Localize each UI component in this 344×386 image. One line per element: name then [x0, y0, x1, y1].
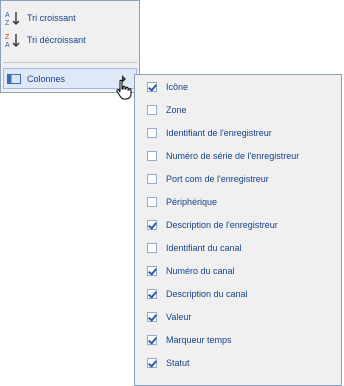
column-checkbox[interactable]: [147, 265, 157, 276]
column-option[interactable]: Icône: [138, 78, 338, 95]
columns-icon: [7, 73, 21, 84]
column-label: Description du canal: [166, 288, 248, 299]
column-label: Icône: [166, 81, 189, 92]
column-label: Identifiant du canal: [166, 242, 242, 253]
column-option[interactable]: Identifiant de l'enregistreur: [138, 124, 338, 141]
column-label: Valeur: [166, 311, 192, 322]
column-label: Port com de l'enregistreur: [166, 173, 269, 184]
svg-text:A: A: [5, 12, 10, 19]
column-label: Zone: [166, 104, 187, 115]
column-label: Numéro du canal: [166, 265, 235, 276]
columns-label: Colonnes: [27, 73, 66, 84]
column-checkbox[interactable]: [147, 173, 157, 184]
column-option[interactable]: Identifiant du canal: [138, 239, 338, 256]
column-option[interactable]: Zone: [138, 101, 338, 118]
sort-ascending-icon: A Z: [5, 10, 21, 26]
column-checkbox[interactable]: [147, 196, 157, 207]
column-checkbox[interactable]: [147, 357, 157, 368]
columns-submenu: Icône Zone Identifiant de l'enregistreur…: [134, 74, 342, 386]
column-label: Périphérique: [166, 196, 218, 207]
sort-ascending-label: Tri croissant: [27, 12, 76, 23]
column-label: Identifiant de l'enregistreur: [166, 127, 272, 138]
column-option[interactable]: Description de l'enregistreur: [138, 216, 338, 233]
column-label: Numéro de série de l'enregistreur: [166, 150, 300, 161]
column-option[interactable]: Numéro de série de l'enregistreur: [138, 147, 338, 164]
column-label: Marqueur temps: [166, 334, 232, 345]
svg-text:Z: Z: [5, 20, 10, 26]
column-option[interactable]: Statut: [138, 354, 338, 371]
column-checkbox[interactable]: [147, 81, 157, 92]
column-checkbox[interactable]: [147, 104, 157, 115]
hand-cursor-icon: [116, 79, 132, 100]
column-checkbox[interactable]: [147, 334, 157, 345]
sort-descending-icon: Z A: [5, 32, 21, 48]
column-checkbox[interactable]: [147, 127, 157, 138]
column-option[interactable]: Port com de l'enregistreur: [138, 170, 338, 187]
column-option[interactable]: Périphérique: [138, 193, 338, 210]
svg-text:A: A: [5, 42, 10, 48]
svg-text:Z: Z: [5, 34, 10, 41]
sort-descending-item[interactable]: Z A Tri décroissant: [3, 29, 137, 50]
sort-descending-label: Tri décroissant: [27, 34, 86, 45]
column-checkbox[interactable]: [147, 242, 157, 253]
column-label: Description de l'enregistreur: [166, 219, 278, 230]
sort-ascending-item[interactable]: A Z Tri croissant: [3, 7, 137, 28]
column-option[interactable]: Numéro du canal: [138, 262, 338, 279]
column-option[interactable]: Description du canal: [138, 285, 338, 302]
column-checkbox[interactable]: [147, 150, 157, 161]
column-checkbox[interactable]: [147, 311, 157, 322]
column-option[interactable]: Valeur: [138, 308, 338, 325]
column-checkbox[interactable]: [147, 288, 157, 299]
column-label: Statut: [166, 357, 190, 368]
menu-separator: [3, 62, 137, 63]
column-checkbox[interactable]: [147, 219, 157, 230]
column-option[interactable]: Marqueur temps: [138, 331, 338, 348]
